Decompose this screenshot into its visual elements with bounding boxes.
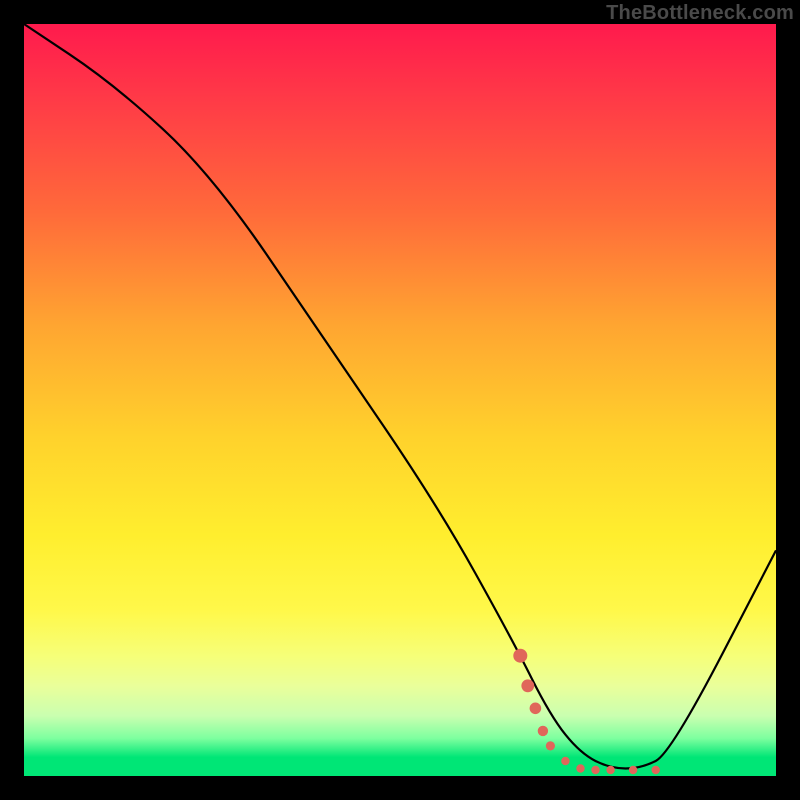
- marker-dot: [591, 766, 599, 774]
- marker-dot: [513, 649, 527, 663]
- chart-frame: [24, 24, 776, 776]
- marker-dot: [606, 766, 614, 774]
- marker-dot: [652, 766, 660, 774]
- marker-dot: [576, 764, 584, 772]
- chart-svg: [24, 24, 776, 776]
- marker-dot: [521, 679, 534, 692]
- marker-dot: [561, 757, 569, 765]
- marker-dot: [530, 703, 542, 715]
- watermark-text: TheBottleneck.com: [606, 2, 794, 25]
- marker-dot: [538, 726, 548, 736]
- bottleneck-curve: [24, 24, 776, 769]
- marker-dot: [629, 766, 637, 774]
- marker-dot: [546, 741, 555, 750]
